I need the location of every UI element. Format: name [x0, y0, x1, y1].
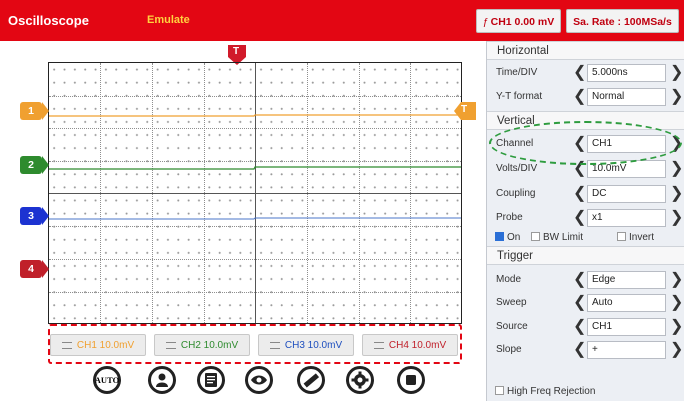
bw-limit-checkbox[interactable]: BW Limit — [531, 232, 583, 243]
coupling-value[interactable]: DC — [587, 185, 666, 203]
time-div-value[interactable]: 5.000ns — [587, 64, 666, 82]
mode-decrease-icon[interactable]: ❮ — [573, 272, 586, 288]
trigger-top-label: T — [233, 46, 240, 57]
high-freq-rejection-checkbox[interactable]: High Freq Rejection — [495, 386, 595, 397]
coupling-increase-icon[interactable]: ❯ — [670, 186, 683, 202]
mode-label: Emulate — [147, 14, 190, 26]
trigger-section-title: Trigger — [487, 246, 684, 265]
on-checkbox[interactable]: On — [495, 232, 520, 243]
app-title: Oscilloscope — [8, 13, 89, 28]
source-decrease-icon[interactable]: ❮ — [573, 319, 586, 335]
source-increase-icon[interactable]: ❯ — [670, 319, 683, 335]
ch1-trace — [49, 114, 461, 117]
yt-format-value[interactable]: Normal — [587, 88, 666, 106]
check-icon — [495, 232, 504, 241]
scope-grid — [48, 62, 462, 324]
mode-row: Mode ❮ Edge ❯ — [496, 271, 684, 289]
person-icon — [156, 373, 168, 387]
channel-buttons-group: CH1 10.0mV CH2 10.0mV CH3 10.0mV CH4 10.… — [48, 324, 462, 364]
slope-value[interactable]: + — [587, 341, 666, 359]
eye-button[interactable] — [245, 366, 273, 394]
probe-decrease-icon[interactable]: ❮ — [573, 210, 586, 226]
channel-readout-button[interactable]: ƒ CH1 0.00 mV — [476, 9, 561, 33]
time-div-decrease-icon[interactable]: ❮ — [573, 65, 586, 81]
ch4-marker[interactable]: 4 — [20, 260, 49, 278]
measure-button[interactable] — [297, 366, 325, 394]
gear-icon — [351, 371, 369, 389]
auto-button[interactable]: AUTO — [93, 366, 121, 394]
eye-icon — [251, 375, 267, 385]
ch3-trace — [49, 217, 461, 220]
time-div-increase-icon[interactable]: ❯ — [670, 65, 683, 81]
channel-increase-icon[interactable]: ❯ — [670, 136, 683, 152]
ch3-marker[interactable]: 3 — [20, 207, 49, 225]
probe-value[interactable]: x1 — [587, 209, 666, 227]
source-row: Source ❮ CH1 ❯ — [496, 318, 684, 336]
sweep-increase-icon[interactable]: ❯ — [670, 295, 683, 311]
channel-decrease-icon[interactable]: ❮ — [573, 136, 586, 152]
ch2-marker[interactable]: 2 — [20, 156, 49, 174]
yt-format-row: Y-T format ❮ Normal ❯ — [496, 88, 684, 106]
invert-checkbox[interactable]: Invert — [617, 232, 654, 243]
document-icon — [205, 373, 217, 387]
yt-format-decrease-icon[interactable]: ❮ — [573, 89, 586, 105]
slope-row: Slope ❮ + ❯ — [496, 341, 684, 359]
person-button[interactable] — [148, 366, 176, 394]
ch3-button[interactable]: CH3 10.0mV — [258, 334, 354, 356]
coupling-row: Coupling ❮ DC ❯ — [496, 185, 684, 203]
ruler-icon — [303, 373, 320, 388]
ch4-button[interactable]: CH4 10.0mV — [362, 334, 458, 356]
sweep-value[interactable]: Auto — [587, 294, 666, 312]
volts-div-decrease-icon[interactable]: ❮ — [573, 161, 586, 177]
sample-rate-button[interactable]: Sa. Rate : 100MSa/s — [566, 9, 679, 33]
slope-increase-icon[interactable]: ❯ — [670, 342, 683, 358]
probe-row: Probe ❮ x1 ❯ — [496, 209, 684, 227]
top-bar: Oscilloscope Emulate ƒ CH1 0.00 mV Sa. Ra… — [0, 0, 684, 41]
settings-panel: Horizontal Time/DIV ❮ 5.000ns ❯ Y-T form… — [486, 41, 684, 401]
volts-div-increase-icon[interactable]: ❯ — [670, 161, 683, 177]
ch1-button[interactable]: CH1 10.0mV — [50, 334, 146, 356]
source-value[interactable]: CH1 — [587, 318, 666, 336]
settings-button[interactable] — [346, 366, 374, 394]
trigger-level-label: T — [461, 104, 468, 115]
horizontal-section-title: Horizontal — [487, 41, 684, 60]
volts-div-row: Volts/DIV ❮ 10.0mV ❯ — [496, 160, 684, 178]
document-button[interactable] — [197, 366, 225, 394]
scope-area: T 1 2 3 4 T CH1 10.0mV CH2 10.0mV CH3 10… — [0, 41, 485, 401]
vertical-section-title: Vertical — [487, 111, 684, 130]
channel-row: Channel ❮ CH1 ❯ — [496, 135, 684, 153]
ch2-button[interactable]: CH2 10.0mV — [154, 334, 250, 356]
stop-button[interactable] — [397, 366, 425, 394]
sweep-decrease-icon[interactable]: ❮ — [573, 295, 586, 311]
ch2-trace — [49, 166, 461, 170]
ch1-marker[interactable]: 1 — [20, 102, 49, 120]
time-div-row: Time/DIV ❮ 5.000ns ❯ — [496, 64, 684, 82]
slope-decrease-icon[interactable]: ❮ — [573, 342, 586, 358]
volts-div-value[interactable]: 10.0mV — [587, 160, 666, 178]
mode-increase-icon[interactable]: ❯ — [670, 272, 683, 288]
sweep-row: Sweep ❮ Auto ❯ — [496, 294, 684, 312]
channel-value[interactable]: CH1 — [587, 135, 666, 153]
stop-icon — [406, 375, 416, 385]
mode-value[interactable]: Edge — [587, 271, 666, 289]
trigger-edge-icon: ƒ — [482, 16, 489, 28]
coupling-decrease-icon[interactable]: ❮ — [573, 186, 586, 202]
yt-format-increase-icon[interactable]: ❯ — [670, 89, 683, 105]
waveform-traces — [49, 114, 461, 220]
probe-increase-icon[interactable]: ❯ — [670, 210, 683, 226]
auto-icon: AUTO — [94, 375, 120, 385]
